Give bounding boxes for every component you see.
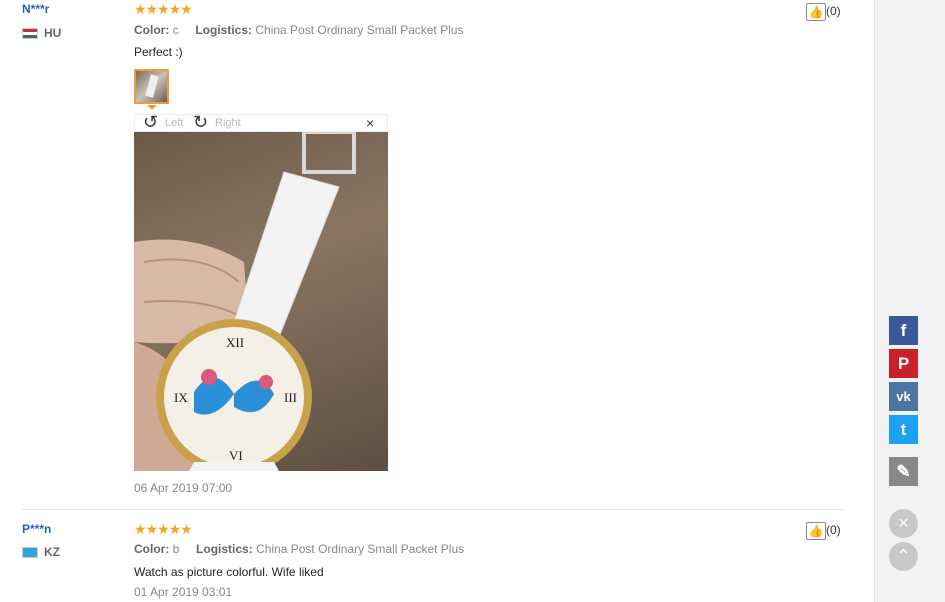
rotate-right-label[interactable]: Right bbox=[215, 117, 241, 129]
viewer-close-icon[interactable]: × bbox=[366, 115, 374, 131]
rating-stars: ★★★★★ bbox=[134, 1, 193, 17]
thumbs-up-icon[interactable]: 👍 bbox=[806, 3, 826, 21]
svg-text:XII: XII bbox=[226, 335, 244, 350]
reviewer-country: KZ bbox=[22, 545, 60, 559]
review-divider bbox=[22, 509, 844, 510]
country-code: HU bbox=[44, 26, 62, 40]
logistics-label: Logistics: bbox=[195, 23, 253, 37]
rotate-left-label[interactable]: Left bbox=[165, 117, 183, 129]
review-photo-large[interactable]: XII IX III VI bbox=[134, 132, 388, 471]
helpful-button[interactable]: 👍 (0) bbox=[806, 3, 841, 21]
photo-viewer-toolbar: ↺ Left ↻ Right × bbox=[134, 112, 388, 133]
logistics-value: China Post Ordinary Small Packet Plus bbox=[255, 23, 464, 37]
reviewer-name[interactable]: N***r bbox=[22, 2, 49, 16]
hungary-flag-icon bbox=[22, 28, 38, 40]
review-meta: Color: b Logistics: China Post Ordinary … bbox=[134, 542, 464, 556]
color-value: c bbox=[172, 23, 179, 37]
logistics-label: Logistics: bbox=[196, 542, 253, 556]
color-label: Color: bbox=[134, 542, 170, 556]
svg-text:VI: VI bbox=[229, 448, 243, 463]
review-meta: Color: c Logistics: China Post Ordinary … bbox=[134, 23, 463, 37]
close-icon[interactable]: × bbox=[889, 509, 918, 538]
rating-stars: ★★★★★ bbox=[134, 521, 193, 537]
thumbs-up-icon[interactable]: 👍 bbox=[806, 522, 826, 540]
edit-icon[interactable]: ✎ bbox=[889, 457, 918, 486]
svg-text:IX: IX bbox=[174, 390, 188, 405]
svg-text:III: III bbox=[284, 390, 297, 405]
review-date: 06 Apr 2019 07:00 bbox=[134, 481, 233, 495]
facebook-share-icon[interactable]: f bbox=[889, 316, 918, 345]
review-photo-thumbnail[interactable] bbox=[134, 69, 169, 104]
pinterest-share-icon[interactable]: P bbox=[889, 349, 918, 378]
thumbnail-pointer bbox=[147, 105, 157, 110]
review-text: Perfect :) bbox=[134, 45, 183, 59]
watch-photo-illustration: XII IX III VI bbox=[134, 132, 356, 471]
helpful-count: (0) bbox=[826, 4, 841, 19]
country-code: KZ bbox=[44, 545, 60, 559]
reviewer-name[interactable]: P***n bbox=[22, 522, 51, 536]
kazakhstan-flag-icon bbox=[22, 547, 38, 559]
vk-share-icon[interactable]: vk bbox=[889, 382, 918, 411]
rotate-left-icon[interactable]: ↺ bbox=[143, 112, 158, 133]
reviewer-country: HU bbox=[22, 26, 61, 40]
helpful-count: (0) bbox=[826, 523, 841, 538]
rotate-right-icon[interactable]: ↻ bbox=[193, 112, 208, 133]
helpful-button[interactable]: 👍 (0) bbox=[806, 522, 841, 540]
scroll-to-top-icon[interactable]: ⌃ bbox=[889, 542, 918, 571]
color-label: Color: bbox=[134, 23, 170, 37]
logistics-value: China Post Ordinary Small Packet Plus bbox=[256, 542, 465, 556]
review-text: Watch as picture colorful. Wife liked bbox=[134, 565, 324, 579]
review-date: 01 Apr 2019 03:01 bbox=[134, 585, 233, 599]
twitter-share-icon[interactable]: t bbox=[889, 415, 918, 444]
color-value: b bbox=[172, 542, 180, 556]
